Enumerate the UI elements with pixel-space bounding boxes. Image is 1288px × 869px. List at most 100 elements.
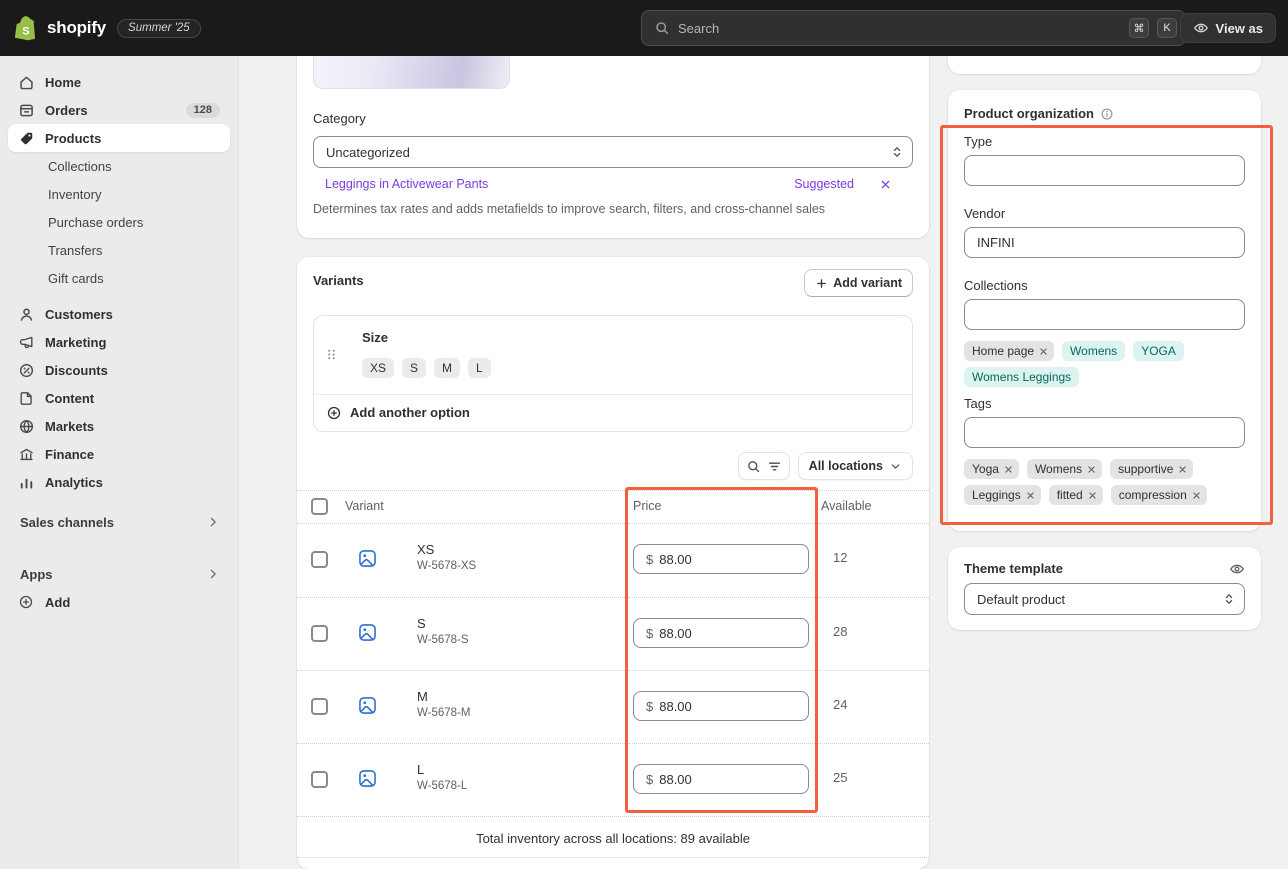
search-and-filter-button[interactable] bbox=[738, 452, 790, 480]
sidebar-item-analytics[interactable]: Analytics bbox=[8, 468, 230, 496]
sidebar-item-add-app[interactable]: Add bbox=[8, 588, 230, 616]
variant-sku: W-5678-M bbox=[417, 707, 470, 719]
brand-wordmark: shopify bbox=[47, 18, 106, 38]
variant-name: M bbox=[417, 689, 470, 704]
analytics-bars-icon bbox=[18, 474, 35, 491]
category-value: Uncategorized bbox=[326, 145, 890, 160]
option-value-chip[interactable]: XS bbox=[362, 358, 394, 378]
dismiss-suggestion-icon[interactable] bbox=[880, 179, 891, 190]
sidebar-item-orders[interactable]: Orders 128 bbox=[8, 96, 230, 124]
tag-chip-fitted[interactable]: fitted bbox=[1049, 485, 1103, 505]
sidebar-item-purchase-orders[interactable]: Purchase orders bbox=[8, 208, 230, 236]
type-input[interactable] bbox=[964, 155, 1245, 186]
customers-icon bbox=[18, 306, 35, 323]
option-values: XS S M L bbox=[362, 358, 491, 378]
sidebar-item-home[interactable]: Home bbox=[8, 68, 230, 96]
add-variant-button[interactable]: Add variant bbox=[804, 269, 913, 297]
price-value-input[interactable] bbox=[659, 699, 796, 714]
tags-input[interactable] bbox=[964, 417, 1245, 448]
variant-row-l[interactable]: LW-5678-L $ 25 bbox=[297, 743, 929, 816]
option-value-chip[interactable]: M bbox=[434, 358, 460, 378]
row-checkbox[interactable] bbox=[311, 625, 328, 642]
category-select[interactable]: Uncategorized bbox=[313, 136, 913, 168]
variant-row-xs[interactable]: XSW-5678-XS $ 12 bbox=[297, 523, 929, 596]
global-search[interactable]: ⌘ K bbox=[641, 10, 1186, 46]
collections-input[interactable] bbox=[964, 299, 1245, 330]
price-value-input[interactable] bbox=[659, 552, 796, 567]
variant-media-icon[interactable] bbox=[357, 768, 378, 789]
drag-handle-icon[interactable] bbox=[324, 347, 339, 362]
view-as-button[interactable]: View as bbox=[1180, 13, 1276, 43]
variant-media-icon[interactable] bbox=[357, 548, 378, 569]
remove-chip-icon[interactable] bbox=[1178, 465, 1187, 474]
info-icon[interactable] bbox=[1100, 107, 1114, 121]
sidebar-item-content[interactable]: Content bbox=[8, 384, 230, 412]
tag-chip-yoga[interactable]: Yoga bbox=[964, 459, 1019, 479]
sidebar-item-products[interactable]: Products bbox=[8, 124, 230, 152]
sidebar-item-inventory[interactable]: Inventory bbox=[8, 180, 230, 208]
collection-badge-yoga[interactable]: YOGA bbox=[1133, 341, 1184, 361]
theme-template-title: Theme template bbox=[964, 561, 1063, 576]
category-suggestion-link[interactable]: Leggings in Activewear Pants bbox=[325, 177, 488, 191]
collection-chip-home-page[interactable]: Home page bbox=[964, 341, 1054, 361]
price-value-input[interactable] bbox=[659, 626, 796, 641]
price-value-input[interactable] bbox=[659, 772, 796, 787]
sidebar-item-collections[interactable]: Collections bbox=[8, 152, 230, 180]
variant-row-m[interactable]: MW-5678-M $ 24 bbox=[297, 670, 929, 743]
home-icon bbox=[18, 74, 35, 91]
tag-chip-leggings[interactable]: Leggings bbox=[964, 485, 1041, 505]
remove-chip-icon[interactable] bbox=[1192, 491, 1201, 500]
remove-chip-icon[interactable] bbox=[1004, 465, 1013, 474]
tag-chip-supportive[interactable]: supportive bbox=[1110, 459, 1193, 479]
total-inventory-text: Total inventory across all locations: 89… bbox=[297, 831, 929, 846]
price-input[interactable]: $ bbox=[633, 691, 809, 721]
search-input[interactable] bbox=[678, 21, 1121, 36]
product-organization-card: Product organization Type Vendor Collect… bbox=[948, 90, 1261, 531]
topbar: S shopify Summer '25 ⌘ K View as bbox=[0, 0, 1288, 56]
select-all-checkbox[interactable] bbox=[311, 498, 328, 515]
row-checkbox[interactable] bbox=[311, 698, 328, 715]
row-checkbox[interactable] bbox=[311, 771, 328, 788]
remove-chip-icon[interactable] bbox=[1026, 491, 1035, 500]
sidebar-item-customers[interactable]: Customers bbox=[8, 300, 230, 328]
collection-badge-womens[interactable]: Womens bbox=[1062, 341, 1125, 361]
sidebar-item-gift-cards[interactable]: Gift cards bbox=[8, 264, 230, 292]
sidebar-item-markets[interactable]: Markets bbox=[8, 412, 230, 440]
theme-template-card: Theme template Default product bbox=[948, 547, 1261, 630]
price-input[interactable]: $ bbox=[633, 764, 809, 794]
variant-media-icon[interactable] bbox=[357, 622, 378, 643]
sidebar-item-marketing[interactable]: Marketing bbox=[8, 328, 230, 356]
variant-row-s[interactable]: SW-5678-S $ 28 bbox=[297, 597, 929, 670]
eye-icon[interactable] bbox=[1229, 561, 1245, 577]
sidebar-section-apps[interactable]: Apps bbox=[8, 560, 230, 588]
variants-card: Variants Add variant Size XS S M L Add a… bbox=[297, 257, 929, 869]
remove-chip-icon[interactable] bbox=[1088, 491, 1097, 500]
search-icon bbox=[746, 459, 761, 474]
row-checkbox[interactable] bbox=[311, 551, 328, 568]
variant-media-icon[interactable] bbox=[357, 695, 378, 716]
add-another-option-button[interactable]: Add another option bbox=[314, 394, 912, 431]
sidebar-item-label: Finance bbox=[45, 447, 94, 462]
option-value-chip[interactable]: L bbox=[468, 358, 491, 378]
remove-chip-icon[interactable] bbox=[1039, 347, 1048, 356]
location-filter-button[interactable]: All locations bbox=[798, 452, 913, 480]
product-image-thumbnail[interactable] bbox=[313, 56, 510, 89]
brand-home-link[interactable]: S shopify Summer '25 bbox=[14, 0, 201, 56]
sidebar-item-transfers[interactable]: Transfers bbox=[8, 236, 230, 264]
theme-template-select[interactable]: Default product bbox=[964, 583, 1245, 615]
price-input[interactable]: $ bbox=[633, 618, 809, 648]
sidebar-item-label: Orders bbox=[45, 103, 88, 118]
column-header-available: Available bbox=[821, 499, 872, 513]
divider bbox=[297, 857, 929, 858]
tag-chip-womens[interactable]: Womens bbox=[1027, 459, 1102, 479]
vendor-input[interactable] bbox=[964, 227, 1245, 258]
sidebar-item-discounts[interactable]: Discounts bbox=[8, 356, 230, 384]
option-value-chip[interactable]: S bbox=[402, 358, 426, 378]
sidebar-section-sales-channels[interactable]: Sales channels bbox=[8, 508, 230, 536]
sidebar-item-finance[interactable]: Finance bbox=[8, 440, 230, 468]
option-name[interactable]: Size bbox=[362, 330, 388, 345]
remove-chip-icon[interactable] bbox=[1087, 465, 1096, 474]
tag-chip-compression[interactable]: compression bbox=[1111, 485, 1207, 505]
price-input[interactable]: $ bbox=[633, 544, 809, 574]
collection-badge-womens-leggings[interactable]: Womens Leggings bbox=[964, 367, 1079, 387]
